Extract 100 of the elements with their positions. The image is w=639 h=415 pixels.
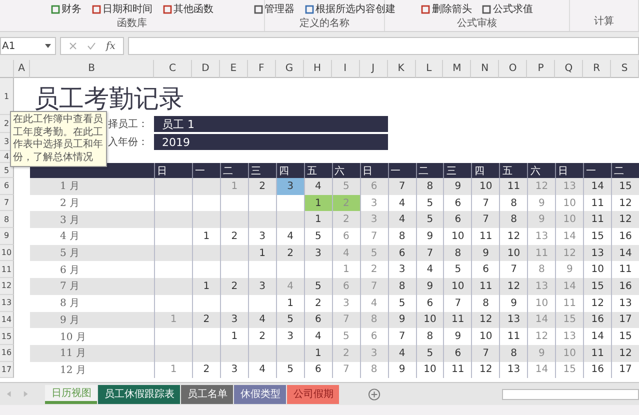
field-value[interactable]: 2019 (154, 134, 388, 150)
day-cell: 5 (332, 178, 360, 195)
select-all-corner[interactable] (0, 60, 14, 78)
insert-function-button[interactable]: fx (106, 40, 116, 52)
ribbon-command[interactable]: 其他函数 (162, 2, 214, 16)
ribbon-command[interactable]: 管理器 (254, 2, 294, 16)
column-header[interactable]: A (14, 60, 30, 78)
column-header[interactable]: E (220, 60, 248, 78)
ribbon-command[interactable]: 日期和时间 (92, 2, 152, 16)
day-cell: 4 (304, 178, 332, 195)
column-header[interactable]: L (416, 60, 444, 78)
name-box[interactable]: A1 (0, 37, 56, 55)
column-header[interactable]: G (276, 60, 304, 78)
ribbon-command[interactable]: 根据所选内容创建 (304, 2, 396, 16)
day-cell: 12 (471, 312, 500, 328)
day-cell: 5 (360, 244, 388, 262)
row-number[interactable]: 9 (0, 228, 14, 245)
day-cell: 9 (388, 362, 416, 378)
check-icon[interactable] (87, 42, 96, 50)
day-cell: 11 (583, 194, 612, 212)
column-header[interactable]: C (154, 60, 192, 78)
day-cell: 12 (611, 344, 639, 362)
day-cell: 8 (499, 211, 528, 228)
weekday-header: 三 (443, 163, 472, 178)
day-cell: 7 (471, 194, 500, 212)
command-icon (421, 4, 430, 14)
column-header[interactable]: J (360, 60, 388, 78)
column-header[interactable]: S (611, 60, 639, 78)
sheet-tab[interactable]: 员工休假跟踪表 (98, 384, 180, 404)
row-number[interactable]: 1 (0, 78, 14, 115)
row-number[interactable]: 13 (0, 294, 14, 312)
day-cell: 10 (499, 244, 528, 262)
weekday-header: 五 (499, 163, 528, 178)
day-cell: 7 (471, 211, 500, 228)
day-cell: 12 (499, 278, 528, 295)
column-header[interactable]: N (471, 60, 500, 78)
day-cell: 11 (499, 328, 528, 345)
row-number[interactable]: 6 (0, 178, 14, 195)
add-sheet-icon[interactable] (368, 388, 381, 400)
column-header[interactable]: D (192, 60, 220, 78)
row-number[interactable]: 10 (0, 244, 14, 262)
day-cell: 16 (611, 278, 639, 295)
command-icon (92, 4, 100, 14)
ribbon-command[interactable]: 公式求值 (482, 2, 533, 16)
day-cell: 4 (388, 344, 416, 362)
day-cell: 3 (360, 211, 388, 228)
column-header[interactable]: K (388, 60, 416, 78)
command-icon (50, 4, 60, 14)
day-cell: 2 (332, 211, 360, 228)
day-cell: 12 (555, 244, 584, 262)
day-cell: 10 (555, 194, 584, 212)
day-cell: 8 (360, 312, 388, 328)
scroll-left-icon[interactable] (4, 389, 14, 399)
command-icon (162, 4, 172, 14)
ribbon-command[interactable]: 财务 (50, 2, 82, 16)
day-cell: 2 (276, 244, 304, 262)
cancel-icon[interactable] (69, 42, 77, 50)
day-cell: 10 (555, 211, 584, 228)
row-number[interactable]: 12 (0, 278, 14, 295)
column-header[interactable]: P (527, 60, 556, 78)
column-header[interactable]: H (304, 60, 332, 78)
day-cell: 12 (611, 211, 639, 228)
day-cell: 11 (471, 228, 500, 245)
row-number[interactable]: 14 (0, 312, 14, 328)
sheet-tab[interactable]: 休假类型 (234, 384, 286, 404)
ribbon-command[interactable]: 删除箭头 (421, 2, 472, 16)
day-cell: 11 (583, 211, 612, 228)
field-value[interactable]: 员工 1 (154, 116, 388, 132)
day-cell: 7 (416, 244, 444, 262)
day-cell: 14 (611, 244, 639, 262)
day-cell: 6 (443, 194, 472, 212)
row-number[interactable]: 7 (0, 194, 14, 212)
sheet-tab[interactable]: 员工名单 (181, 384, 234, 404)
day-cell: 3 (304, 244, 332, 262)
day-cell: 16 (583, 312, 612, 328)
column-header[interactable]: O (499, 60, 528, 78)
formula-input[interactable] (128, 37, 639, 55)
day-cell: 2 (248, 178, 276, 195)
row-number[interactable]: 11 (0, 261, 14, 278)
horizontal-scrollbar[interactable] (502, 388, 639, 400)
day-cell: 10 (471, 178, 500, 195)
day-cell: 4 (248, 312, 276, 328)
row-number[interactable]: 8 (0, 211, 14, 228)
column-header[interactable]: R (583, 60, 612, 78)
day-cell: 16 (583, 362, 612, 378)
column-header[interactable]: Q (555, 60, 584, 78)
column-header[interactable]: B (30, 60, 154, 78)
day-cell: 15 (555, 362, 584, 378)
day-cell: 7 (388, 178, 416, 195)
column-header[interactable]: I (332, 60, 360, 78)
day-cell: 1 (248, 244, 276, 262)
row-number[interactable]: 15 (0, 328, 14, 345)
weekday-header: 二 (220, 163, 248, 178)
month-cell: 2 月 (30, 194, 154, 212)
column-header[interactable]: F (248, 60, 276, 78)
column-header[interactable]: M (443, 60, 472, 78)
row-number[interactable]: 17 (0, 362, 14, 378)
row-number[interactable]: 16 (0, 344, 14, 362)
row-number[interactable]: 5 (0, 163, 14, 178)
day-cell: 7 (360, 278, 388, 295)
